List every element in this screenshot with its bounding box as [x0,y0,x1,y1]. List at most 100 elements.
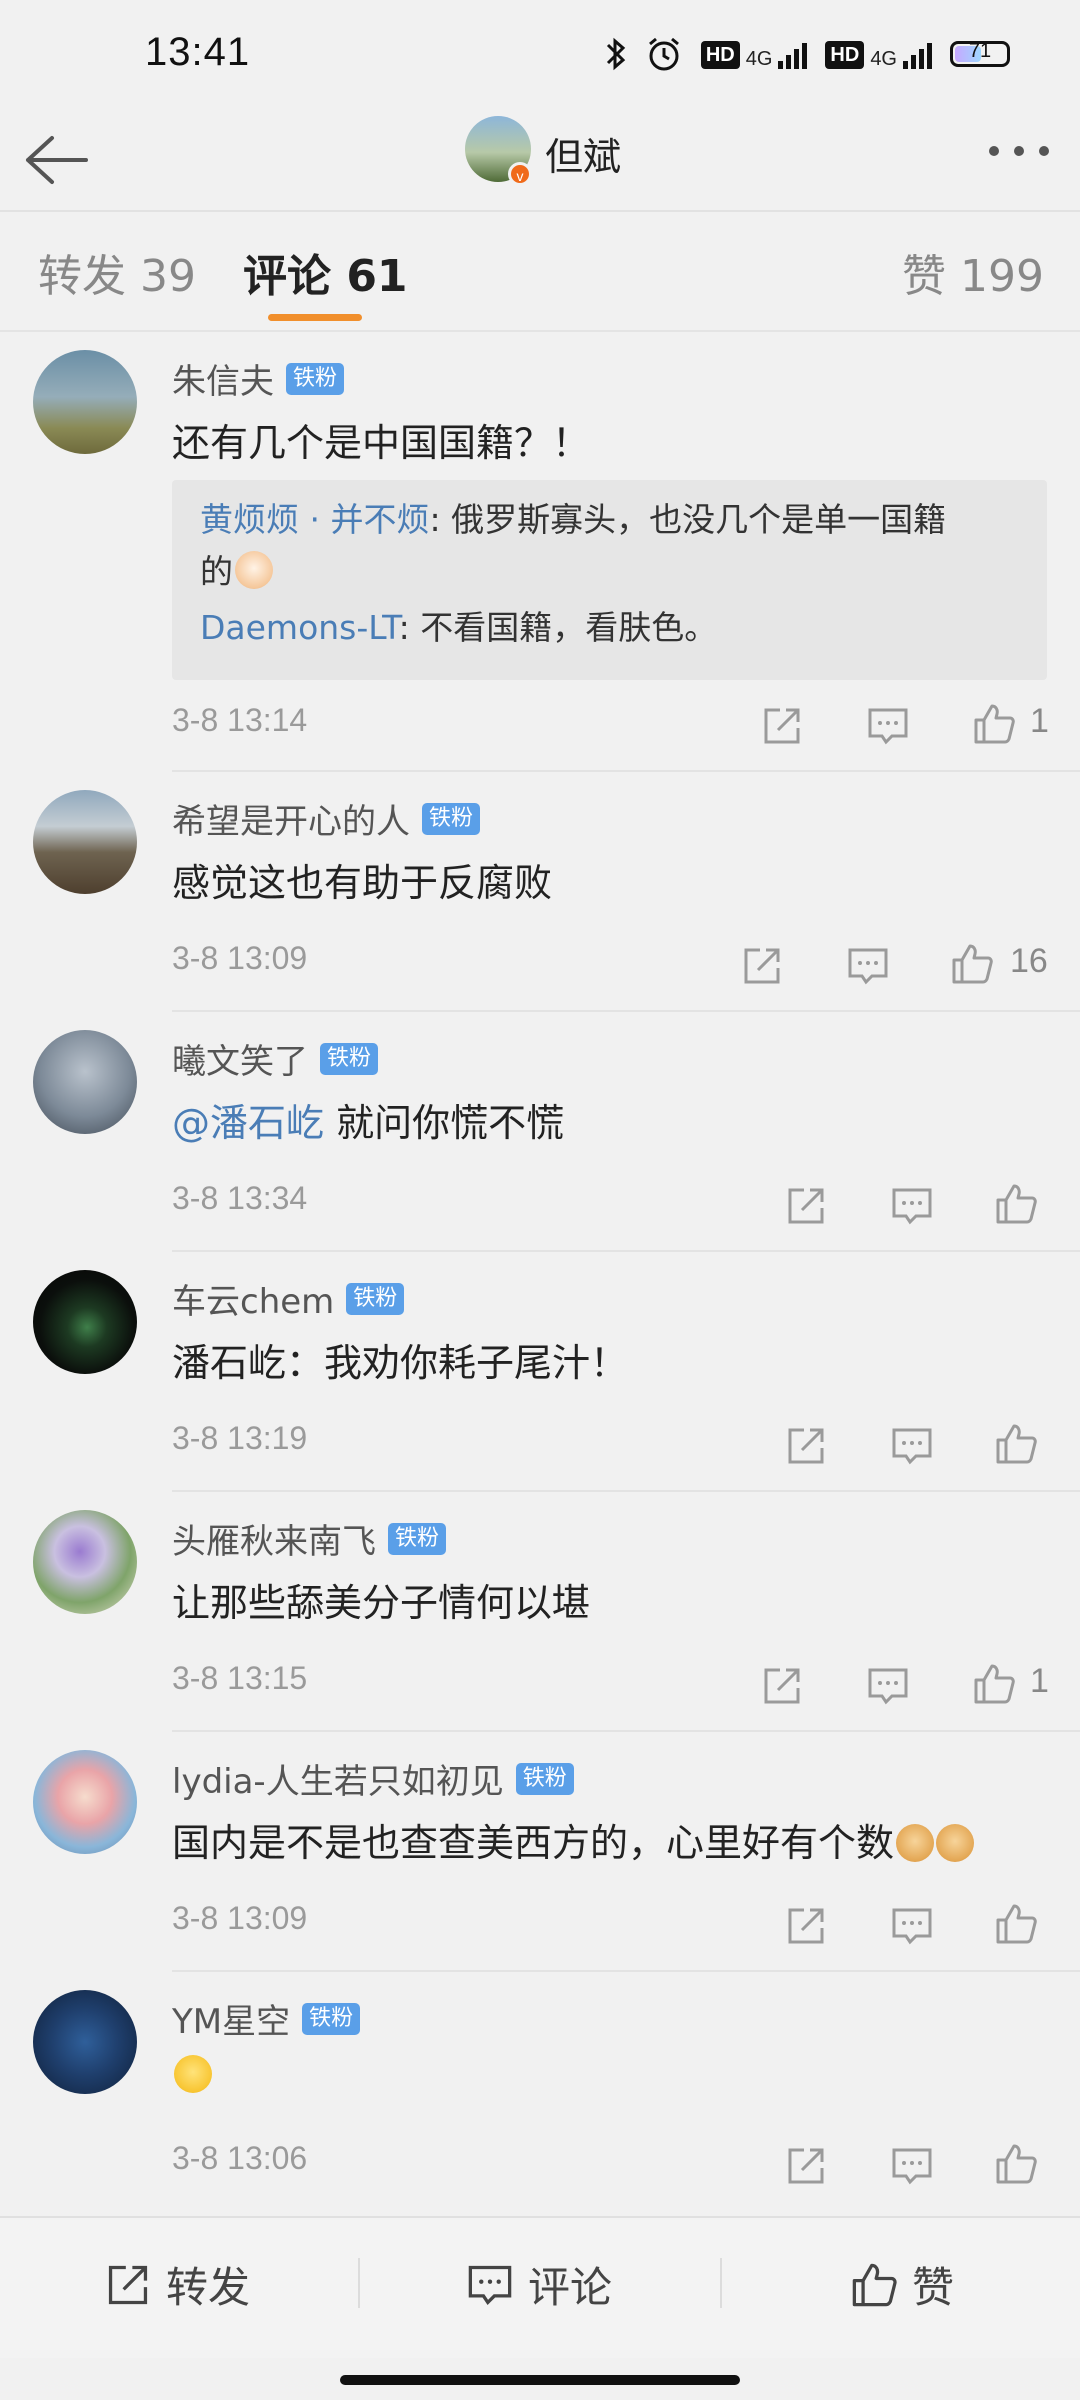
hd-label-2: HD [825,41,865,69]
tab-like[interactable]: 赞 199 [902,240,1044,304]
like-button[interactable]: 赞 [850,2254,954,2315]
commenter-name[interactable]: 头雁秋来南飞 [172,1514,376,1563]
share-icon[interactable] [784,1904,828,1948]
commenter-name[interactable]: 车云chem [172,1274,334,1323]
like-icon [852,2263,897,2306]
share-icon [108,2265,148,2304]
signal-group-2: HD 4G [825,39,932,69]
doge-emoji-icon [896,1824,935,1862]
bottom-separator [720,2258,722,2308]
share-icon[interactable] [760,1664,804,1708]
fan-badge: 铁粉 [346,1282,405,1315]
commenter-avatar[interactable] [33,1270,137,1374]
like-icon[interactable] [994,1902,1038,1946]
header-divider [0,210,1080,212]
commenter-name[interactable]: lydia-人生若只如初见 [172,1754,504,1803]
commenter-name[interactable]: 朱信夫 [172,354,274,403]
comment-time: 3-8 13:34 [172,1180,308,1216]
battery-level: 71 [968,40,992,62]
back-arrow-icon[interactable] [22,130,92,190]
share-icon[interactable] [784,1424,828,1468]
mention-link[interactable]: @潘石屹 [172,1101,324,1145]
commenter-name[interactable]: YM星空 [172,1994,290,2043]
commenter-avatar[interactable] [33,350,137,454]
bluetooth-icon [606,37,626,71]
like-icon[interactable] [972,1662,1016,1706]
comment-time: 3-8 13:14 [172,702,308,738]
comment-item: 车云chem 铁粉 潘石屹：我劝你耗子尾汁！ 3-8 13:19 [0,1252,1080,1492]
doge-emoji-icon [936,1824,975,1862]
commenter-name[interactable]: 曦文笑了 [172,1034,308,1083]
like-icon[interactable] [994,1182,1038,1226]
more-options-icon[interactable] [986,136,1052,166]
reply-icon[interactable] [846,944,890,988]
author-name[interactable]: 但斌 [545,126,621,181]
commenter-name[interactable]: 希望是开心的人 [172,794,410,843]
share-icon[interactable] [784,2144,828,2188]
comment-header: YM星空 铁粉 [172,1994,361,2043]
weibo-comments-screen: 13:41 HD 4G HD 4G 71 v 但斌 转发 39 评论 61 赞 … [0,0,1080,2400]
commenter-avatar[interactable] [33,1030,137,1134]
like-count: 16 [1010,942,1048,980]
like-label: 赞 [912,2263,955,2312]
reply-text: 俄罗斯寡头，也没几个是单一国籍 [440,500,947,539]
tab-repost[interactable]: 转发 39 [38,240,196,304]
fan-badge: 铁粉 [422,802,481,835]
comment-button[interactable]: 评论 [466,2254,612,2315]
cat-emoji-icon [235,551,273,589]
reply-author[interactable]: 黄烦烦 · 并不烦 [200,500,429,539]
commenter-avatar[interactable] [33,1990,137,2094]
commenter-avatar[interactable] [33,1750,137,1854]
hd-label: HD [700,41,740,69]
share-icon[interactable] [740,944,784,988]
status-icons: HD 4G HD 4G 71 [605,34,1010,74]
home-indicator[interactable] [340,2375,740,2385]
like-count: 1 [1030,1662,1049,1700]
like-icon[interactable] [972,702,1016,746]
reply-icon[interactable] [866,1664,910,1708]
tab-comment[interactable]: 评论 61 [243,240,408,304]
comment-text-body: 就问你慌不慌 [324,1101,565,1145]
comment-header: 车云chem 铁粉 [172,1274,405,1323]
reply-sep: : [398,608,410,647]
reply-item: Daemons-LT: 不看国籍，看肤色。 [200,602,1020,654]
commenter-avatar[interactable] [33,790,137,894]
like-icon[interactable] [950,942,994,986]
fan-badge: 铁粉 [388,1522,447,1555]
reply-icon[interactable] [890,1184,934,1228]
like-icon[interactable] [994,1422,1038,1466]
bottom-separator [358,2258,360,2308]
comment-label: 评论 [528,2263,613,2312]
network-label: 4G [745,48,773,70]
share-icon[interactable] [784,1184,828,1228]
bottom-action-bar: 转发 评论 赞 [0,2216,1080,2358]
reply-text: 不看国籍，看肤色。 [409,608,718,647]
commenter-avatar[interactable] [33,1510,137,1614]
fan-badge: 铁粉 [302,2002,361,2035]
alarm-icon [648,37,679,71]
comment-text: 潘石屹：我劝你耗子尾汁！ [172,1341,629,1385]
reply-icon[interactable] [890,1904,934,1948]
comment-text [172,2052,212,2096]
comment-text: 国内是不是也查查美西方的，心里好有个数 [172,1812,975,1867]
laughing-emoji-icon [174,2055,212,2093]
comment-header: 朱信夫 铁粉 [172,354,345,403]
comment-item: lydia-人生若只如初见 铁粉 国内是不是也查查美西方的，心里好有个数 3-8… [0,1732,1080,1972]
reply-icon[interactable] [866,704,910,748]
reply-item: 黄烦烦 · 并不烦: 俄罗斯寡头，也没几个是单一国籍的 [200,494,1020,598]
comment-text: 感觉这也有助于反腐败 [172,861,553,905]
share-icon[interactable] [760,704,804,748]
signal-bars-icon [778,39,808,69]
reply-preview-box[interactable]: 黄烦烦 · 并不烦: 俄罗斯寡头，也没几个是单一国籍的 Daemons-LT: … [172,480,1047,680]
repost-button[interactable]: 转发 [104,2254,250,2315]
verified-badge-icon: v [508,162,532,186]
comment-time: 3-8 13:09 [172,940,308,976]
comment-time: 3-8 13:15 [172,1660,308,1696]
like-icon[interactable] [994,2142,1038,2186]
reply-icon[interactable] [890,2144,934,2188]
battery-icon: 71 [950,40,1010,67]
reply-author[interactable]: Daemons-LT [200,608,399,647]
reply-sep: : [429,500,441,539]
reply-icon[interactable] [890,1424,934,1468]
comment-header: 希望是开心的人 铁粉 [172,794,481,843]
